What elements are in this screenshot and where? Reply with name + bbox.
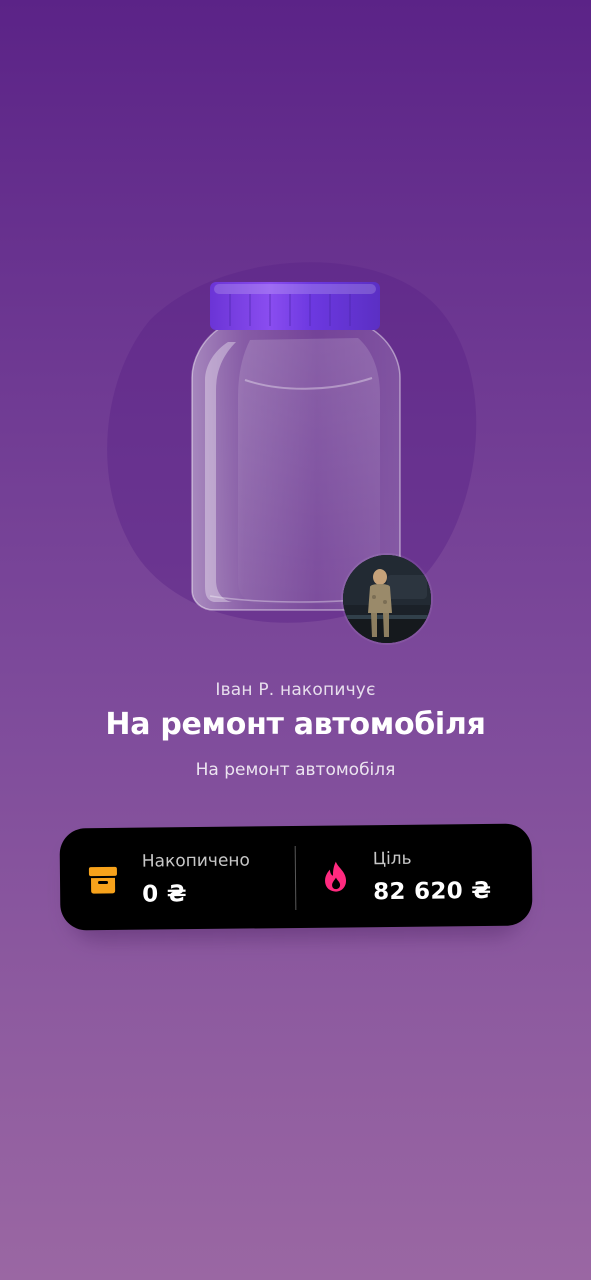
stats-panel: Накопичено 0 ₴ Ціль 82 620 ₴ [59,823,533,941]
goal-value: 82 620 ₴ [373,877,492,906]
flame-icon [320,859,352,892]
saved-stat: Накопичено 0 ₴ [59,826,296,930]
owner-avatar[interactable] [343,555,431,643]
saved-value: 0 ₴ [142,881,187,908]
owner-line: Іван Р. накопичує [215,680,376,700]
goal-label: Ціль [372,848,412,870]
jar-illustration [0,250,591,650]
jar-description: На ремонт автомобіля [195,760,396,780]
saved-label: Накопичено [141,850,250,872]
jar-title: На ремонт автомобіля [105,707,486,742]
goal-stat: Ціль 82 620 ₴ [295,824,532,928]
glass-jar-image [107,262,477,623]
stats-card: Накопичено 0 ₴ Ціль 82 620 ₴ [59,823,533,931]
avatar-photo [343,555,431,643]
box-icon [87,864,119,896]
